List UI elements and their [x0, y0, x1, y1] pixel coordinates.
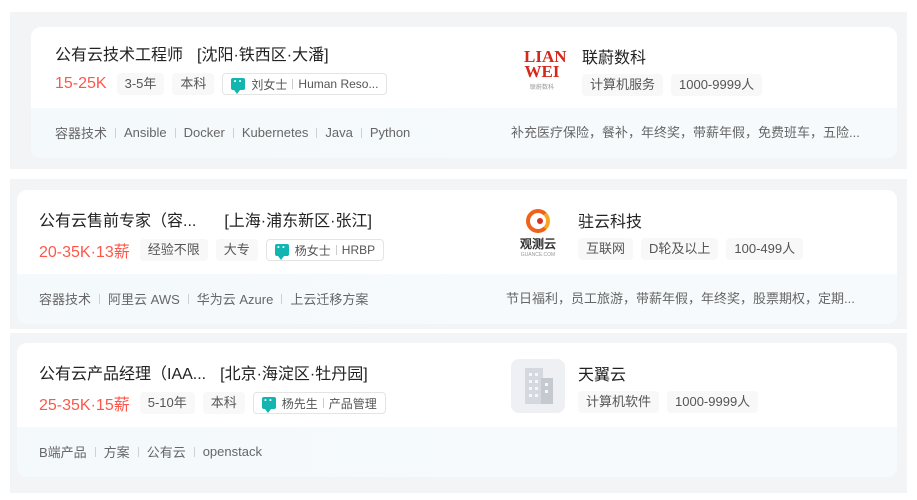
education-tag: 本科: [172, 73, 215, 95]
recruiter-chat-button[interactable]: 杨先生产品管理: [252, 392, 386, 414]
job-card-footer: 容器技术 Ansible Docker Kubernetes Java Pyth…: [31, 108, 897, 158]
recruiter-chat-button[interactable]: 杨女士 HRBP: [265, 239, 385, 261]
company-tags: 计算机服务 1000-9999人: [582, 74, 770, 96]
company-logo-mark: [526, 208, 550, 233]
company-logo[interactable]: 观测云 GUANCE.COM: [511, 206, 565, 260]
job-title[interactable]: 公有云售前专家（容...: [39, 213, 196, 230]
job-card-footer: B端产品 方案 公有云 openstack: [17, 427, 897, 477]
company-logo-text: LIAN WEI: [524, 47, 567, 81]
industry-tag: 互联网: [578, 238, 634, 260]
job-title-row[interactable]: 公有云技术工程师 [沈阳·铁西区·大潘]: [55, 41, 329, 65]
salary: 20-35K·13薪: [39, 244, 130, 261]
company-tags: 计算机软件 1000-9999人: [578, 391, 766, 413]
skill-tags: 容器技术 Ansible Docker Kubernetes Java Pyth…: [55, 123, 410, 142]
skill-tag: 华为云 Azure: [196, 292, 274, 307]
recruiter-name: 杨女士: [294, 243, 331, 258]
funding-tag: D轮及以上: [641, 238, 719, 260]
job-card[interactable]: 公有云产品经理（IAA... [北京·海淀区·牡丹园] 25-35K·15薪 5-…: [17, 343, 897, 477]
size-tag: 1000-9999人: [671, 74, 763, 96]
skill-tag: 阿里云 AWS: [108, 292, 180, 307]
education-tag: 本科: [202, 392, 245, 414]
job-title-row[interactable]: 公有云售前专家（容... [上海·浦东新区·张江]: [39, 207, 372, 231]
job-card[interactable]: 公有云技术工程师 [沈阳·铁西区·大潘] 15-25K 3-5年 本科 刘女士 Hu…: [31, 27, 897, 158]
job-title-row[interactable]: 公有云产品经理（IAA... [北京·海淀区·牡丹园]: [39, 360, 368, 384]
job-info-row: 15-25K 3-5年 本科 刘女士 Human Reso...: [55, 73, 388, 95]
skill-tag: Kubernetes: [241, 125, 309, 140]
experience-tag: 经验不限: [139, 239, 208, 261]
company-name[interactable]: 联蔚数科: [582, 44, 646, 68]
education-tag: 大专: [215, 239, 258, 261]
job-card-footer: 容器技术 阿里云 AWS 华为云 Azure 上云迁移方案 节日福利，员工旅游，…: [17, 274, 897, 324]
job-title[interactable]: 公有云产品经理（IAA...: [39, 366, 206, 383]
job-location: [上海·浦东新区·张江]: [224, 213, 372, 230]
skill-tag: openstack: [202, 444, 262, 459]
company-name[interactable]: 驻云科技: [578, 208, 642, 232]
company-benefits: 补充医疗保险，餐补，年终奖，带薪年假，免费班车，五险...: [511, 125, 860, 140]
company-name[interactable]: 天翼云: [578, 361, 626, 385]
skill-tag: Ansible: [124, 125, 167, 140]
skill-tag: 容器技术: [39, 292, 92, 307]
salary: 15-25K: [55, 75, 107, 92]
job-info-row: 20-35K·13薪 经验不限 大专 杨女士 HRBP: [39, 238, 385, 262]
size-tag: 1000-9999人: [667, 391, 759, 413]
job-location: [北京·海淀区·牡丹园]: [220, 366, 368, 383]
job-location: [沈阳·铁西区·大潘]: [197, 47, 329, 64]
company-tags: 互联网 D轮及以上 100-499人: [578, 238, 811, 260]
company-benefits: 节日福利，员工旅游，带薪年假，年终奖，股票期权，定期...: [506, 291, 855, 306]
chat-icon: [231, 74, 246, 94]
company-logo-sub: 联蔚数科: [529, 85, 554, 91]
skill-tag: 上云迁移方案: [290, 292, 369, 307]
skill-tag: B端产品: [39, 445, 87, 460]
chat-icon: [274, 240, 289, 260]
industry-tag: 计算机服务: [582, 74, 664, 96]
skill-tag: Java: [325, 125, 353, 140]
job-card[interactable]: 公有云售前专家（容... [上海·浦东新区·张江] 20-35K·13薪 经验不限…: [17, 190, 897, 324]
company-logo[interactable]: [511, 359, 565, 413]
skill-tag: 公有云: [146, 445, 186, 460]
recruiter-role: 产品管理: [328, 396, 377, 411]
job-card-header: 公有云售前专家（容... [上海·浦东新区·张江] 20-35K·13薪 经验不限…: [17, 190, 897, 286]
job-title[interactable]: 公有云技术工程师: [55, 47, 183, 64]
recruiter-role: Human Reso...: [298, 77, 379, 91]
experience-tag: 3-5年: [116, 73, 165, 95]
recruiter-chat-button[interactable]: 刘女士 Human Reso...: [222, 73, 388, 95]
recruiter-role: HRBP: [341, 243, 376, 257]
skill-tags: B端产品 方案 公有云 openstack: [39, 442, 262, 461]
skill-tags: 容器技术 阿里云 AWS 华为云 Azure 上云迁移方案: [39, 289, 368, 308]
recruiter-name: 杨先生: [281, 396, 318, 411]
skill-tag: Python: [369, 125, 411, 140]
company-logo-text: 观测云: [519, 236, 556, 251]
salary: 25-35K·15薪: [39, 397, 130, 414]
company-logo-sub: GUANCE.COM: [520, 251, 556, 258]
company-logo[interactable]: LIAN WEI 联蔚数科: [515, 43, 569, 97]
skill-tag: 方案: [103, 445, 130, 460]
experience-tag: 5-10年: [139, 392, 195, 414]
building-icon: [521, 368, 555, 404]
size-tag: 100-499人: [726, 238, 804, 260]
job-info-row: 25-35K·15薪 5-10年 本科 杨先生产品管理: [39, 391, 386, 415]
chat-icon: [261, 393, 276, 413]
skill-tag: 容器技术: [55, 126, 108, 141]
recruiter-name: 刘女士: [251, 77, 288, 92]
job-card-header: 公有云产品经理（IAA... [北京·海淀区·牡丹园] 25-35K·15薪 5-…: [17, 343, 897, 439]
skill-tag: Docker: [183, 125, 225, 140]
industry-tag: 计算机软件: [578, 391, 660, 413]
